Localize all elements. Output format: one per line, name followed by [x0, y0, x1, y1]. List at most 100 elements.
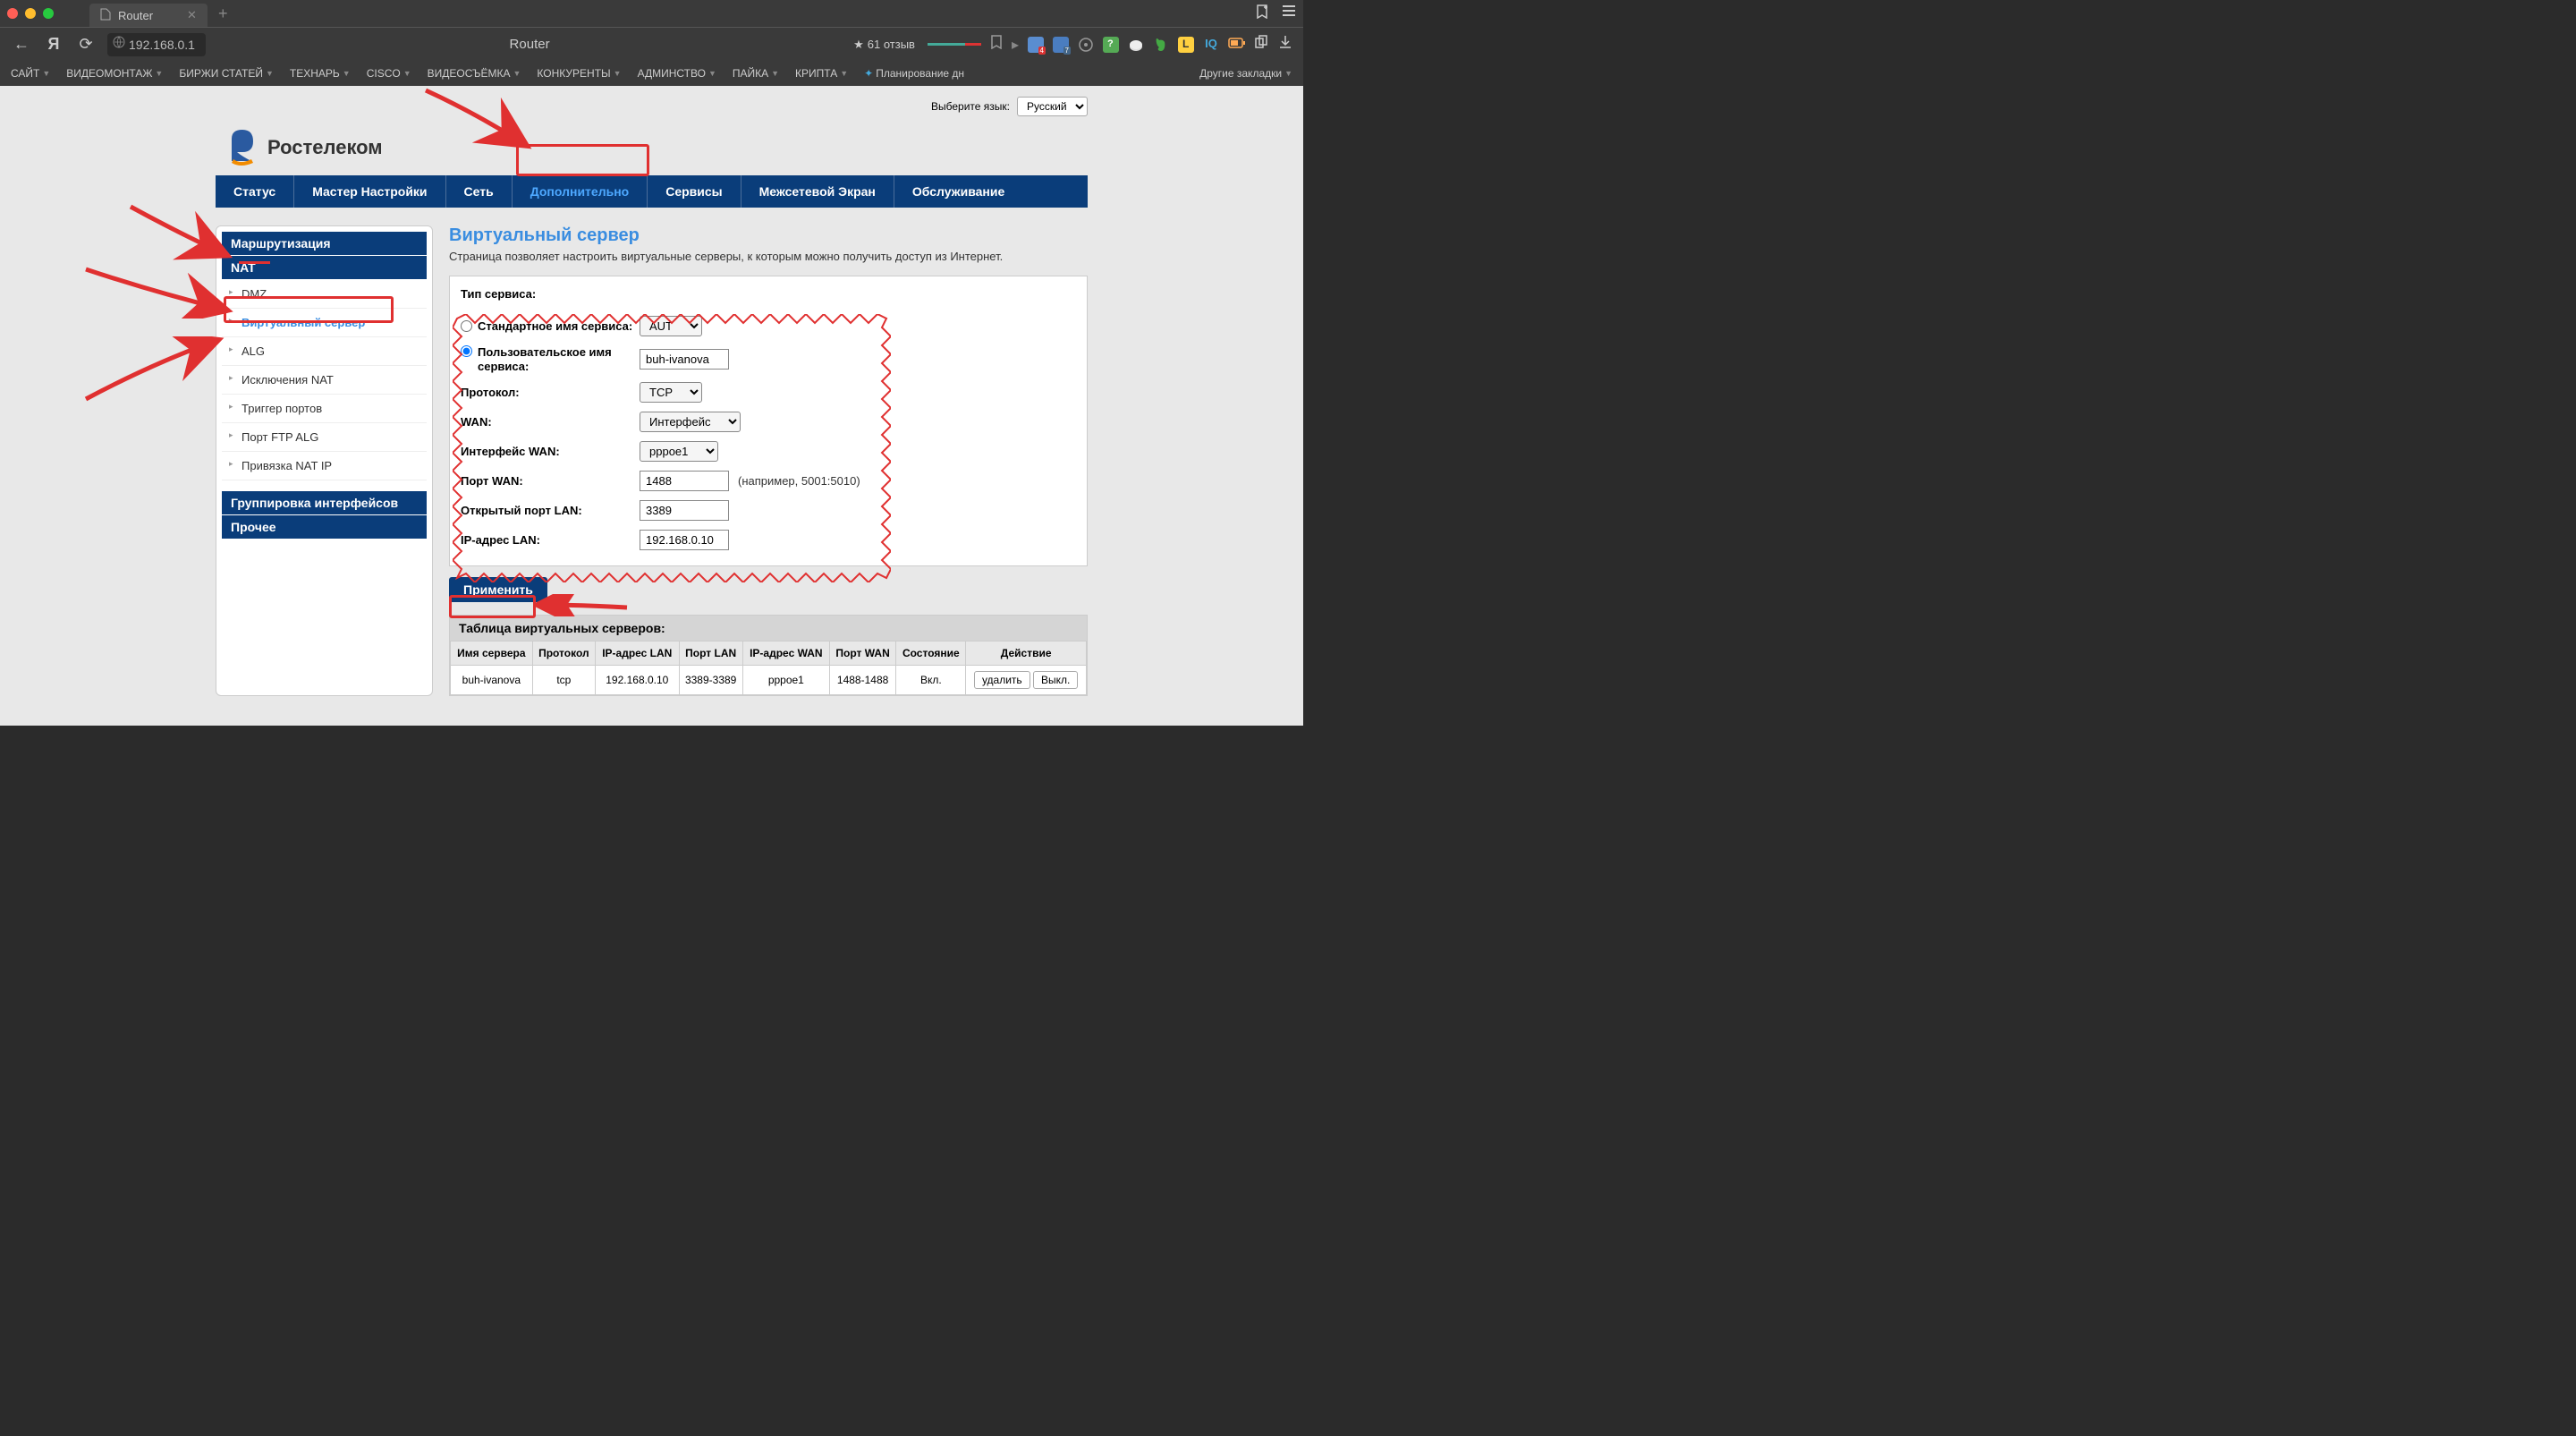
- th-name: Имя сервера: [451, 642, 533, 666]
- lan-ip-input[interactable]: [640, 530, 729, 550]
- panel-title: Виртуальный сервер: [449, 225, 1088, 246]
- custom-name-radio-label[interactable]: Пользовательское имя сервиса:: [461, 345, 640, 373]
- logo: Ростелеком: [225, 125, 383, 170]
- other-bookmarks[interactable]: Другие закладки▼: [1199, 67, 1292, 80]
- browser-tab[interactable]: Router ✕: [89, 4, 208, 27]
- bookmark-folder[interactable]: КОНКУРЕНТЫ▼: [537, 67, 621, 80]
- custom-name-radio[interactable]: [461, 345, 472, 357]
- browser-toolbar: ← Я ⟳ 192.168.0.1 Router ★ 61 отзыв ▸ 4 …: [0, 27, 1303, 61]
- lan-ip-label: IP-адрес LAN:: [461, 533, 640, 547]
- browser-titlebar: Router ✕ +: [0, 0, 1303, 27]
- th-proto: Протокол: [532, 642, 595, 666]
- annotation-arrow: [81, 265, 233, 319]
- bookmark-folder[interactable]: БИРЖИ СТАТЕЙ▼: [179, 67, 274, 80]
- bookmark-folder[interactable]: ВИДЕОСЪЁМКА▼: [428, 67, 521, 80]
- std-name-text: Стандартное имя сервиса:: [478, 319, 632, 333]
- lan-port-input[interactable]: [640, 500, 729, 521]
- ext-icon-3[interactable]: [1078, 37, 1094, 53]
- apply-button[interactable]: Применить: [449, 577, 547, 602]
- rating-widget[interactable]: ★ 61 отзыв: [853, 38, 915, 52]
- std-name-radio[interactable]: [461, 320, 472, 332]
- sidebar-item-nat-ip-bind[interactable]: Привязка NAT IP: [222, 452, 427, 480]
- copy-icon[interactable]: [1253, 34, 1269, 55]
- nav-network[interactable]: Сеть: [446, 175, 513, 208]
- bookmark-item[interactable]: ✦Планирование дн: [864, 67, 964, 80]
- ext-icon-8[interactable]: IQ: [1203, 37, 1219, 53]
- star-icon: ★: [853, 38, 864, 52]
- bookmark-folder[interactable]: ТЕХНАРЬ▼: [290, 67, 351, 80]
- rating-text: 61 отзыв: [868, 38, 915, 51]
- lan-port-label: Открытый порт LAN:: [461, 504, 640, 517]
- protocol-label: Протокол:: [461, 386, 640, 399]
- sidebar-item-alg[interactable]: ALG: [222, 337, 427, 366]
- th-wan-port: Порт WAN: [829, 642, 895, 666]
- delete-button[interactable]: удалить: [974, 671, 1030, 689]
- ext-icon-1[interactable]: 4: [1028, 37, 1044, 53]
- nav-wizard[interactable]: Мастер Настройки: [294, 175, 445, 208]
- nav-advanced[interactable]: Дополнительно: [513, 175, 648, 208]
- nav-firewall[interactable]: Межсетевой Экран: [741, 175, 894, 208]
- ext-icon-7[interactable]: L: [1178, 37, 1194, 53]
- close-icon[interactable]: ✕: [187, 8, 197, 22]
- add-bookmark-icon[interactable]: [1255, 4, 1269, 23]
- sidebar-section-routing[interactable]: Маршрутизация: [222, 232, 427, 255]
- bookmark-folder[interactable]: АДМИНСТВО▼: [638, 67, 716, 80]
- td-actions: удалить Выкл.: [966, 666, 1087, 695]
- servers-table-box: Таблица виртуальных серверов: Имя сервер…: [449, 615, 1088, 696]
- bookmark-folder[interactable]: КРИПТА▼: [795, 67, 848, 80]
- sidebar-section-iface-group[interactable]: Группировка интерфейсов: [222, 491, 427, 514]
- bookmark-folder[interactable]: CISCO▼: [367, 67, 411, 80]
- main-panel: Виртуальный сервер Страница позволяет на…: [449, 225, 1088, 696]
- nav-status[interactable]: Статус: [216, 175, 294, 208]
- th-action: Действие: [966, 642, 1087, 666]
- new-tab-button[interactable]: +: [218, 4, 228, 23]
- address-bar[interactable]: 192.168.0.1: [107, 33, 206, 56]
- download-icon[interactable]: [1278, 35, 1292, 54]
- std-name-radio-label[interactable]: Стандартное имя сервиса:: [461, 319, 640, 333]
- wan-label: WAN:: [461, 415, 640, 429]
- sidebar-item-port-trigger[interactable]: Триггер портов: [222, 395, 427, 423]
- yandex-button[interactable]: Я: [43, 35, 64, 54]
- ext-icon-5[interactable]: [1128, 37, 1144, 53]
- sidebar-section-other[interactable]: Прочее: [222, 515, 427, 539]
- page-title: Router: [216, 37, 843, 52]
- nav-maintenance[interactable]: Обслуживание: [894, 175, 1022, 208]
- td-state: Вкл.: [896, 666, 966, 695]
- battery-icon[interactable]: [1228, 37, 1244, 53]
- menu-icon[interactable]: [1282, 4, 1296, 23]
- back-button[interactable]: ←: [11, 35, 32, 54]
- annotation-arrow: [81, 336, 225, 408]
- window-close[interactable]: [7, 8, 18, 19]
- tab-title: Router: [118, 9, 153, 22]
- table-title: Таблица виртуальных серверов:: [450, 616, 1087, 641]
- service-type-label: Тип сервиса:: [461, 287, 1076, 301]
- custom-name-input[interactable]: [640, 349, 729, 370]
- bookmark-folder[interactable]: САЙТ▼: [11, 67, 50, 80]
- td-lan-port: 3389-3389: [679, 666, 742, 695]
- td-wan-port: 1488-1488: [829, 666, 895, 695]
- sidebar-item-nat-exclusions[interactable]: Исключения NAT: [222, 366, 427, 395]
- evernote-icon[interactable]: [1153, 37, 1169, 53]
- sidebar-section-nat[interactable]: NAT: [222, 256, 427, 279]
- page-content: Выберите язык: Русский Ростелеком Статус…: [0, 86, 1303, 726]
- wan-port-input[interactable]: [640, 471, 729, 491]
- disable-button[interactable]: Выкл.: [1033, 671, 1078, 689]
- nav-services[interactable]: Сервисы: [648, 175, 741, 208]
- ext-icon-2[interactable]: 7: [1053, 37, 1069, 53]
- reload-button[interactable]: ⟳: [75, 35, 97, 54]
- lang-select[interactable]: Русский: [1017, 97, 1088, 116]
- main-nav: Статус Мастер Настройки Сеть Дополнитель…: [216, 175, 1088, 208]
- bookmark-icon[interactable]: [990, 35, 1003, 54]
- sidebar-item-virtual-server[interactable]: Виртуальный сервер: [222, 309, 427, 337]
- window-maximize[interactable]: [43, 8, 54, 19]
- wan-iface-select[interactable]: pppoe1: [640, 441, 718, 462]
- std-name-select[interactable]: AUTH: [640, 316, 702, 336]
- wan-select[interactable]: Интерфейс: [640, 412, 741, 432]
- sidebar-item-ftp-alg[interactable]: Порт FTP ALG: [222, 423, 427, 452]
- bookmark-folder[interactable]: ПАЙКА▼: [733, 67, 779, 80]
- bookmark-folder[interactable]: ВИДЕОМОНТАЖ▼: [66, 67, 163, 80]
- protocol-select[interactable]: TCP: [640, 382, 702, 403]
- window-minimize[interactable]: [25, 8, 36, 19]
- ext-icon-4[interactable]: ?: [1103, 37, 1119, 53]
- sidebar-item-dmz[interactable]: DMZ: [222, 280, 427, 309]
